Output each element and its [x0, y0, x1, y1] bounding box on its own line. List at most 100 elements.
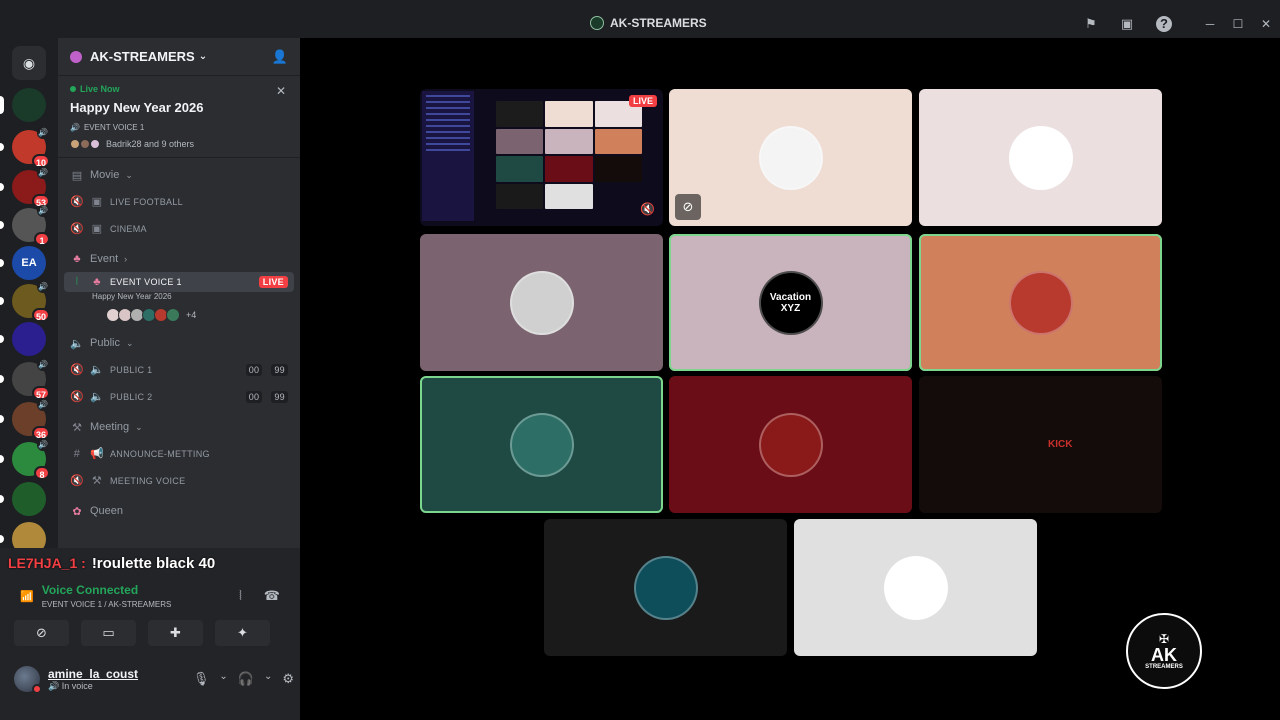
avatar: KICK	[1048, 439, 1073, 450]
video-tile[interactable]	[669, 376, 912, 513]
maximize-button[interactable]: ☐	[1228, 16, 1248, 32]
category-meeting[interactable]: ⚒ Meeting ⌄	[58, 414, 300, 440]
video-tile[interactable]: KICK	[919, 376, 1162, 513]
server-icon-2[interactable]: 10 🔊	[12, 127, 50, 168]
live-event-card[interactable]: Live Now Happy New Year 2026 🔊 EVENT VOIC…	[58, 76, 300, 158]
category-movie[interactable]: ▤ Movie ⌄	[58, 162, 300, 188]
signal-icon[interactable]: 📶	[20, 590, 34, 603]
category-public[interactable]: 🔈 Public ⌄	[58, 330, 300, 356]
avatar[interactable]	[14, 666, 42, 694]
video-tile[interactable]: Vacation XYZ	[669, 234, 912, 371]
headphones-icon[interactable]: 🎧	[238, 671, 254, 687]
category-event[interactable]: ♣ Event ›	[58, 246, 300, 272]
title-bar: AK-STREAMERS ⚑ ▣ ? ─ ☐ ✕	[0, 0, 1280, 38]
gavel-icon: ⚒	[72, 421, 82, 434]
speaker-muted-icon: 🔇	[70, 364, 84, 376]
avatar: Vacation XYZ	[758, 270, 823, 335]
event-title: Happy New Year 2026	[70, 100, 204, 115]
chevron-down-icon[interactable]: ⌄	[219, 671, 227, 687]
channel-event-voice-1[interactable]: ⦚ ♣ EVENT VOICE 1 LIVE	[64, 272, 294, 292]
channel-live-football[interactable]: 🔇 ▣ LIVE FOOTBALL	[58, 188, 300, 215]
video-tile[interactable]	[420, 376, 663, 513]
server-icon-6[interactable]: 50 🔊	[12, 281, 50, 322]
server-icon-4[interactable]: 1 🔊	[12, 205, 50, 246]
flag-icon[interactable]: ⚑	[1083, 16, 1099, 32]
username[interactable]: amine_la_coust	[48, 667, 138, 681]
close-icon[interactable]: ✕	[276, 84, 286, 98]
chevron-right-icon: ›	[124, 254, 128, 264]
server-icon-10[interactable]: 8 🔊	[12, 439, 50, 480]
discord-home-icon[interactable]: ◉	[12, 46, 46, 80]
stream-code-panel	[422, 91, 474, 221]
camera-off-button[interactable]: ⊘	[14, 620, 69, 646]
camera-off-icon[interactable]: ⊘	[675, 194, 701, 220]
disconnect-icon[interactable]: ☎	[264, 588, 280, 604]
server-icon-7[interactable]	[12, 322, 46, 356]
video-tile[interactable]	[544, 519, 787, 656]
channel-public-1[interactable]: 🔇 🔈 PUBLIC 1 00 99	[58, 356, 300, 383]
minimize-button[interactable]: ─	[1200, 16, 1220, 32]
chevron-down-icon: ⌄	[198, 51, 208, 62]
voice-active-icon: 🔊	[37, 281, 49, 293]
avatar	[883, 555, 948, 620]
server-icon-3[interactable]: 53 🔊	[12, 167, 50, 208]
voice-icon: 🔊	[48, 680, 60, 691]
microphone-icon[interactable]: 🎙	[193, 671, 210, 687]
channel-public-2[interactable]: 🔇 🔈 PUBLIC 2 00 99	[58, 383, 300, 410]
unread-pill	[0, 535, 4, 543]
voice-participants[interactable]: +4	[58, 304, 300, 326]
unread-pill	[0, 143, 4, 151]
help-icon[interactable]: ?	[1156, 16, 1172, 32]
speaker-muted-icon: 🔇	[70, 223, 84, 235]
chevron-down-icon[interactable]: ⌄	[264, 671, 272, 687]
chevron-down-icon: ⌄	[125, 337, 134, 348]
channel-announce-metting[interactable]: # 📢 ANNOUNCE-METTING	[58, 440, 300, 467]
speaker-icon: 🔈	[90, 364, 104, 376]
user-status: 🔊 In voice	[48, 680, 93, 691]
unread-badge: 50	[31, 308, 50, 322]
server-header[interactable]: AK-STREAMERS ⌄ 👤	[58, 38, 300, 76]
mute-stream-icon[interactable]: 🔇	[640, 202, 655, 216]
live-badge: LIVE	[258, 276, 288, 288]
category-queen[interactable]: ✿ Queen	[58, 498, 300, 524]
speaker-muted-icon: 🔇	[70, 475, 84, 487]
channel-meeting-voice[interactable]: 🔇 ⚒ MEETING VOICE	[58, 467, 300, 494]
category-icon: ▤	[71, 169, 83, 182]
speaker-muted-icon: 🔇	[70, 391, 84, 403]
server-icon-1[interactable]	[12, 88, 46, 122]
tv-icon: ▣	[91, 196, 103, 208]
close-window-button[interactable]: ✕	[1256, 16, 1276, 32]
add-member-icon[interactable]: 👤	[272, 49, 288, 65]
voice-active-icon: 🔊	[37, 439, 49, 451]
server-icon-8[interactable]: 57 🔊	[12, 359, 50, 400]
unread-pill	[0, 415, 4, 423]
inbox-icon[interactable]: ▣	[1119, 16, 1135, 32]
unread-pill	[0, 96, 4, 114]
soundboard-button[interactable]: ✦	[215, 620, 270, 646]
unread-badge: 36	[31, 426, 50, 440]
noise-suppression-icon[interactable]: ⦚	[239, 588, 242, 604]
server-icon-9[interactable]: 36 🔊	[12, 399, 50, 440]
settings-gear-icon[interactable]: ⚙	[282, 671, 294, 687]
server-icon-5[interactable]: EA	[12, 246, 46, 280]
channel-sidebar: AK-STREAMERS ⌄ 👤 Live Now Happy New Year…	[58, 38, 300, 578]
video-tile[interactable]	[420, 234, 663, 371]
flower-icon: ✿	[72, 505, 82, 518]
unread-pill	[0, 259, 4, 267]
stream-tile[interactable]: LIVE 🔇	[420, 89, 663, 226]
video-tile[interactable]	[794, 519, 1037, 656]
activities-button[interactable]: ✚	[148, 620, 203, 646]
video-tile[interactable]	[919, 89, 1162, 226]
video-tile[interactable]	[919, 234, 1162, 371]
video-tile[interactable]: ⊘	[669, 89, 912, 226]
unread-badge: 57	[31, 386, 50, 400]
live-badge: LIVE	[628, 95, 657, 107]
chevron-down-icon: ⌄	[135, 421, 143, 432]
voice-active-icon: 🔊	[37, 127, 49, 139]
current-user: amine_la_coust 🔊 In voice 🎙 ⌄ 🎧 ⌄ ⚙	[14, 662, 294, 696]
server-icon-11[interactable]	[12, 482, 46, 516]
screen-share-button[interactable]: ▭	[81, 620, 136, 646]
stream-preview-grid	[496, 101, 642, 209]
voice-connected-panel: 📶 Voice Connected EVENT VOICE 1 / AK-STR…	[20, 583, 280, 609]
channel-cinema[interactable]: 🔇 ▣ CINEMA	[58, 215, 300, 242]
